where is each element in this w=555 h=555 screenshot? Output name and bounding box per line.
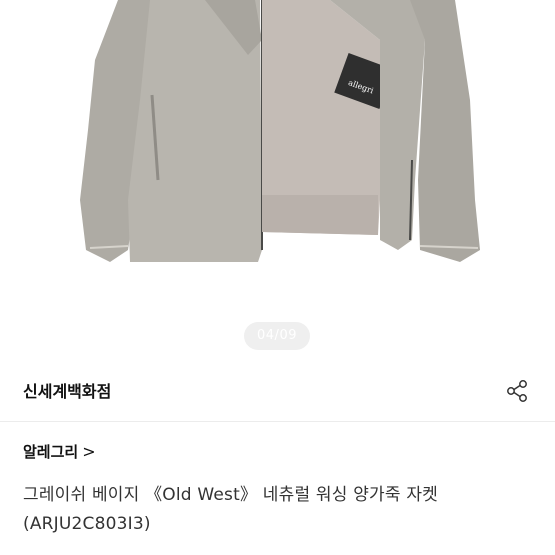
share-button[interactable] xyxy=(500,374,534,408)
share-icon xyxy=(507,380,527,402)
product-title: 그레이쉬 베이지 《Old West》 네츄럴 워싱 양가죽 자켓 (ARJU2… xyxy=(23,485,438,534)
brand-name: 알레그리 xyxy=(23,443,79,461)
page-indicator: 04/09 xyxy=(244,322,310,350)
jacket-image: allegri xyxy=(80,0,480,262)
store-row: 신세계백화점 xyxy=(0,360,555,422)
lining-hem xyxy=(262,195,378,235)
chevron-right-icon: > xyxy=(82,442,96,461)
brand-link[interactable]: 알레그리 > xyxy=(23,441,96,462)
product-image-gallery[interactable]: allegri 04/09 xyxy=(0,0,555,360)
store-name[interactable]: 신세계백화점 xyxy=(23,378,111,402)
